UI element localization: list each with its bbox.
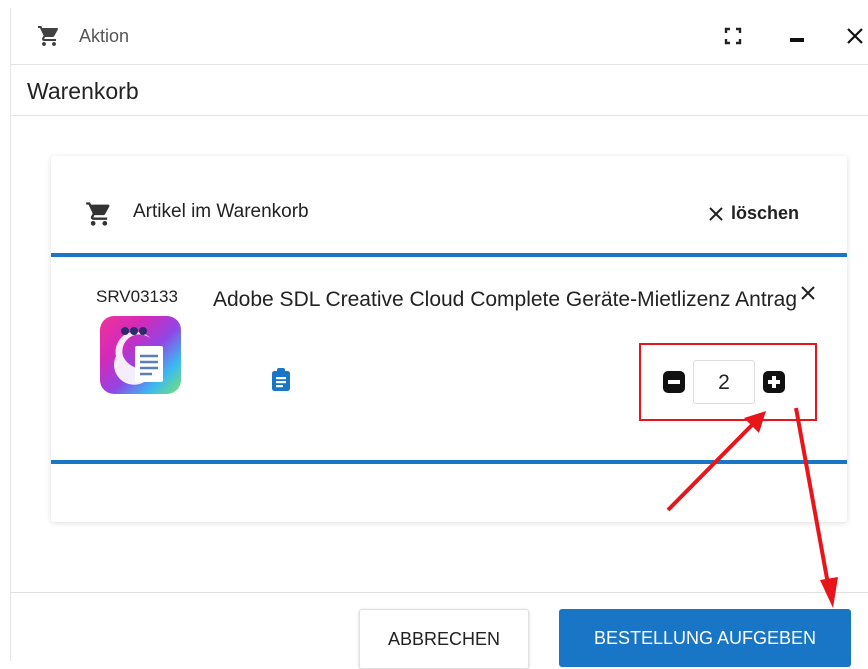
item-details-button[interactable] — [271, 368, 291, 397]
close-button[interactable] — [841, 22, 868, 50]
plus-icon — [763, 371, 785, 393]
page-title: Warenkorb — [27, 78, 139, 104]
dialog-window: Aktion Warenkorb Artikel im Warenkorb lö… — [10, 8, 868, 669]
page-header: Warenkorb — [11, 64, 868, 116]
quantity-input[interactable]: 2 — [693, 360, 755, 404]
fullscreen-icon — [724, 27, 742, 45]
minus-icon — [663, 371, 685, 393]
place-order-button[interactable]: BESTELLUNG AUFGEBEN — [559, 609, 851, 667]
cart-card-title: Artikel im Warenkorb — [133, 201, 309, 222]
clear-cart-label: löschen — [731, 203, 800, 223]
dialog-footer: ABBRECHEN BESTELLUNG AUFGEBEN — [11, 592, 868, 669]
close-icon — [801, 286, 815, 300]
clear-cart-button[interactable]: löschen — [709, 203, 799, 224]
item-id: SRV03133 — [96, 287, 178, 306]
title-bar: Aktion — [11, 8, 868, 64]
close-icon — [709, 206, 723, 221]
product-image — [100, 316, 181, 394]
clipboard-icon — [272, 368, 290, 391]
increase-quantity-button[interactable] — [763, 371, 785, 393]
cancel-button[interactable]: ABBRECHEN — [359, 609, 529, 669]
decrease-quantity-button[interactable] — [663, 371, 685, 393]
quantity-stepper: 2 — [663, 360, 785, 404]
window-title: Aktion — [79, 26, 130, 46]
minimize-button[interactable] — [783, 22, 811, 50]
remove-item-button[interactable] — [801, 286, 815, 305]
divider — [51, 253, 847, 257]
cart-icon — [37, 24, 61, 53]
close-icon — [847, 28, 863, 44]
item-name: Adobe SDL Creative Cloud Complete Geräte… — [213, 288, 798, 311]
minimize-icon — [790, 38, 804, 42]
divider — [51, 460, 847, 464]
cart-card-header: Artikel im Warenkorb löschen — [51, 156, 847, 254]
cart-card: Artikel im Warenkorb löschen SRV03133 Ad… — [51, 156, 847, 522]
cart-icon — [85, 200, 113, 233]
fullscreen-button[interactable] — [719, 22, 747, 50]
